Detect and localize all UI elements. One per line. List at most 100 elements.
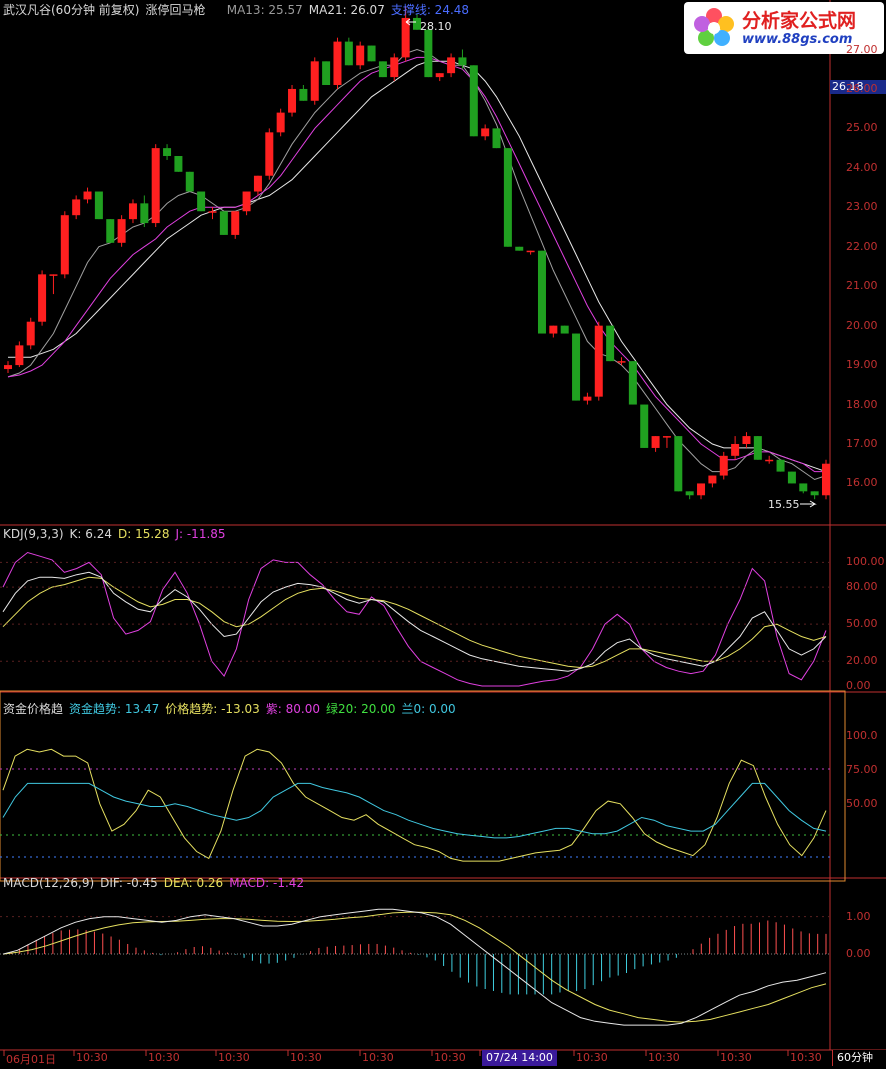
candle-body	[606, 325, 615, 362]
kdj-tick-label: 80.00	[846, 580, 878, 594]
candle	[765, 455, 774, 464]
stock-title: 武汉凡谷(60分钟 前复权)	[3, 3, 140, 17]
candle	[310, 57, 319, 105]
macd-tick-label: 0.00	[846, 947, 871, 961]
time-tick-label: 10:30	[76, 1051, 108, 1064]
candle	[515, 246, 524, 251]
support-value: 支撑线: 24.48	[390, 3, 470, 17]
candle-body	[765, 459, 774, 462]
price-moving-averages	[7, 48, 827, 481]
kdj-j-value: J: -11.85	[175, 527, 226, 541]
price-tick-label: 27.00	[846, 42, 878, 56]
candle	[265, 128, 274, 180]
candle	[94, 191, 103, 220]
candle	[503, 148, 512, 247]
candle	[231, 211, 240, 239]
purple-ref-value: 紫: 80.00	[265, 702, 320, 716]
candle-body	[537, 250, 546, 334]
candle-body	[742, 436, 751, 444]
candle-body	[265, 132, 274, 176]
candlesticks	[4, 6, 830, 500]
candle-body	[128, 203, 137, 220]
candle	[208, 207, 217, 220]
time-tick-label: 10:30	[362, 1051, 394, 1064]
candle-body	[560, 325, 569, 334]
candle-body	[731, 443, 740, 456]
fund-trend-line	[2, 782, 827, 839]
ma-fast-line	[7, 48, 827, 481]
kdj-k-value: K: 6.24	[69, 527, 112, 541]
candle-body	[219, 211, 228, 235]
kdj-d-value: D: 15.28	[118, 527, 170, 541]
macd-dea-line	[2, 911, 827, 1023]
candle	[662, 436, 671, 448]
candle	[640, 404, 649, 448]
candle	[731, 436, 740, 460]
candle-body	[435, 73, 444, 78]
candle-body	[424, 29, 433, 78]
time-tick-label: 10:30	[218, 1051, 250, 1064]
candle-body	[140, 203, 149, 224]
candle	[617, 357, 626, 366]
candle-body	[117, 219, 126, 243]
price-trend-value: 价格趋势: -13.03	[165, 702, 260, 716]
logo-title: 分析家公式网	[742, 10, 857, 32]
fund-title: 资金价格趋	[3, 702, 64, 716]
candle	[742, 432, 751, 448]
candle	[253, 175, 262, 196]
candle	[560, 325, 569, 334]
ma21-line	[8, 60, 827, 473]
candle	[322, 61, 331, 86]
panel-frames	[0, 0, 886, 1051]
ma13-value: MA13: 25.57	[226, 3, 303, 17]
candle	[356, 41, 365, 70]
candle	[708, 475, 717, 488]
price-panel-header: 武汉凡谷(60分钟 前复权) 涨停回马枪 MA13: 25.57 MA21: 26.…	[3, 3, 475, 17]
candle-body	[322, 61, 331, 86]
candle-body	[719, 455, 728, 476]
macd-lines	[0, 908, 830, 1026]
candle	[151, 144, 160, 228]
candle-body	[515, 246, 524, 251]
flower-logo-icon	[694, 8, 734, 46]
candle-body	[572, 333, 581, 401]
candle-body	[38, 274, 47, 322]
candle	[276, 108, 285, 137]
candle	[583, 392, 592, 405]
macd-dif-value: DIF: -0.45	[100, 876, 158, 890]
candle-body	[4, 365, 12, 370]
macd-tick-label: 1.00	[846, 909, 871, 923]
candle-body	[299, 88, 308, 101]
candle	[60, 211, 69, 279]
time-tick-label: 06月01日	[6, 1053, 56, 1066]
candle	[674, 436, 683, 492]
candle-body	[197, 191, 206, 212]
candle-body	[617, 361, 626, 363]
candle	[26, 317, 35, 350]
candle-body	[651, 436, 660, 448]
candle-body	[503, 148, 512, 247]
price-tick-label: 18.00	[846, 397, 878, 411]
candle-body	[151, 148, 160, 224]
candle-body	[708, 475, 717, 484]
candle-body	[344, 41, 353, 66]
candle	[594, 321, 603, 401]
candle	[651, 436, 660, 452]
macd-dea-value: DEA: 0.26	[163, 876, 224, 890]
candle	[185, 171, 194, 192]
macd-title: MACD(12,26,9)	[3, 876, 95, 890]
candle-body	[481, 128, 490, 137]
candle-body	[253, 175, 262, 192]
price-tick-label: 19.00	[846, 358, 878, 372]
fund-tick-label: 50.00	[846, 796, 878, 810]
candle-body	[276, 112, 285, 133]
candle	[526, 250, 535, 255]
candle-body	[208, 211, 217, 213]
candle	[378, 61, 387, 78]
kdj-tick-label: 100.00	[846, 555, 885, 569]
macd-dif-line	[2, 908, 827, 1026]
candle-body	[469, 65, 478, 137]
candle	[15, 341, 24, 368]
period-selector[interactable]: 60分钟	[832, 1050, 886, 1066]
candle-body	[26, 321, 35, 346]
